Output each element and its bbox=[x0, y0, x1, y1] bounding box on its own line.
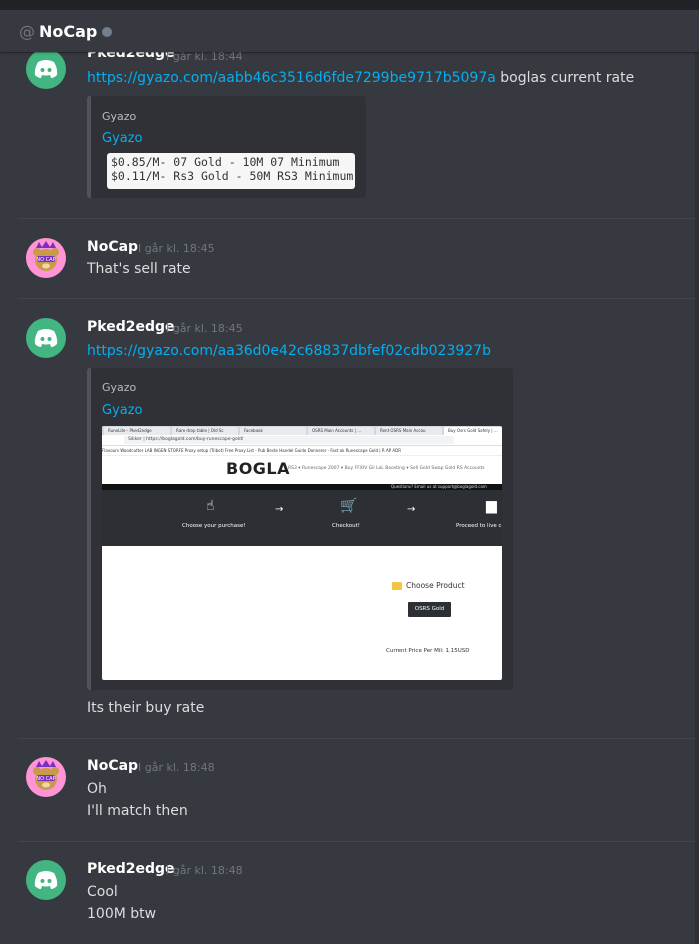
embed-rate-line: $0.85/M- 07 Gold - 10M 07 Minimum bbox=[111, 155, 340, 169]
site-step-label: Checkout! bbox=[332, 523, 360, 529]
browser-tab: Facebook bbox=[240, 427, 306, 435]
timestamp: I går kl. 18:48 bbox=[138, 761, 215, 774]
timestamp: I går kl. 18:48 bbox=[166, 864, 243, 877]
message-link[interactable]: https://gyazo.com/aa36d0e42c68837dbfef02… bbox=[87, 343, 491, 359]
message-list: Pked2edge I går kl. 18:44 https://gyazo.… bbox=[0, 0, 699, 944]
arrow-right-icon: → bbox=[407, 504, 416, 515]
username[interactable]: NoCap bbox=[87, 239, 138, 255]
embed-provider[interactable]: Gyazo bbox=[102, 381, 136, 394]
message-link[interactable]: https://gyazo.com/aabb46c3516d6fde7299be… bbox=[87, 70, 496, 86]
cart-icon: 🛒 bbox=[340, 498, 358, 514]
message-divider bbox=[18, 218, 699, 219]
browser-url: Sikker | https://boglagold.com/buy-runes… bbox=[124, 436, 454, 444]
message-text: That's sell rate bbox=[87, 261, 191, 277]
bear-avatar-icon: NO CAP bbox=[33, 760, 59, 790]
site-steps: ☝ Choose your purchase! → 🛒 Checkout! → … bbox=[102, 490, 502, 546]
chat-icon: ▆ bbox=[486, 498, 497, 514]
message-divider bbox=[18, 841, 699, 842]
avatar[interactable]: NO CAP bbox=[26, 757, 66, 797]
message-text: 100M btw bbox=[87, 906, 157, 922]
channel-name[interactable]: NoCap bbox=[39, 22, 97, 41]
browser-tab: Rent OSRS Main Accou bbox=[376, 427, 442, 435]
message-text: Cool bbox=[87, 884, 118, 900]
window-top-bar bbox=[0, 0, 699, 10]
discord-logo-icon bbox=[34, 871, 58, 889]
timestamp: I går kl. 18:45 bbox=[166, 322, 243, 335]
avatar[interactable]: NO CAP bbox=[26, 238, 66, 278]
gold-icon bbox=[392, 582, 402, 590]
site-step-label: Choose your purchase! bbox=[182, 523, 246, 529]
username[interactable]: Pked2edge bbox=[87, 861, 175, 877]
browser-bookmarks: Flavours Woodcutter LAB INGEN STORFE Pro… bbox=[102, 446, 502, 456]
avatar[interactable] bbox=[26, 49, 66, 89]
at-icon: @ bbox=[19, 21, 35, 41]
message-divider bbox=[18, 738, 699, 739]
browser-tab: RuneLite - Pked2edge bbox=[104, 427, 170, 435]
embed-rate-line: $0.11/M- Rs3 Gold - 50M RS3 Minimum bbox=[111, 169, 354, 183]
avatar[interactable] bbox=[26, 318, 66, 358]
browser-tab-strip: RuneLite - Pked2edge Rare drop table | O… bbox=[102, 426, 502, 435]
svg-text:NO CAP: NO CAP bbox=[36, 776, 55, 782]
embed-provider[interactable]: Gyazo bbox=[102, 110, 136, 123]
scrollbar[interactable] bbox=[695, 52, 699, 944]
username[interactable]: Pked2edge bbox=[87, 319, 175, 335]
link-embed: Gyazo Gyazo $0.85/M- 07 Gold - 10M 07 Mi… bbox=[87, 96, 366, 198]
avatar[interactable] bbox=[26, 860, 66, 900]
site-nav: RS3 ▾ Runescape 2007 ▾ Buy FFXIV Gil LoL… bbox=[288, 466, 485, 471]
site-logo: BOGLA bbox=[226, 459, 291, 478]
link-embed: Gyazo Gyazo RuneLite - Pked2edge Rare dr… bbox=[87, 368, 513, 690]
message-text: Its their buy rate bbox=[87, 700, 205, 716]
channel-header: @ NoCap bbox=[0, 10, 699, 52]
username[interactable]: NoCap bbox=[87, 758, 138, 774]
site-step-label: Proceed to live c bbox=[456, 523, 502, 529]
discord-logo-icon bbox=[34, 60, 58, 78]
message-text: https://gyazo.com/aa36d0e42c68837dbfef02… bbox=[87, 343, 491, 359]
browser-url-bar: Sikker | https://boglagold.com/buy-runes… bbox=[102, 435, 502, 446]
embed-title[interactable]: Gyazo bbox=[102, 403, 143, 418]
message-text: I'll match then bbox=[87, 803, 188, 819]
browser-tab-active: Buy Osrs Gold Safely | ... bbox=[444, 427, 502, 435]
message-divider bbox=[18, 298, 699, 299]
embed-title[interactable]: Gyazo bbox=[102, 131, 143, 146]
osrs-gold-button: OSRS Gold bbox=[408, 602, 451, 617]
message-text-after-link: boglas current rate bbox=[500, 70, 635, 86]
pointer-hand-icon: ☝ bbox=[206, 498, 215, 514]
choose-product-label: Choose Product bbox=[406, 581, 465, 590]
price-per-mil: Current Price Per Mil: 1.15USD bbox=[386, 648, 470, 654]
embed-rate-text: $0.85/M- 07 Gold - 10M 07 Minimum $0.11/… bbox=[107, 153, 355, 189]
message-text: https://gyazo.com/aabb46c3516d6fde7299be… bbox=[87, 70, 634, 86]
message-text: Oh bbox=[87, 781, 107, 797]
discord-logo-icon bbox=[34, 329, 58, 347]
arrow-right-icon: → bbox=[275, 504, 284, 515]
browser-tab: Rare drop table | Old Sc bbox=[172, 427, 238, 435]
status-offline-icon bbox=[102, 26, 113, 37]
embed-image[interactable]: RuneLite - Pked2edge Rare drop table | O… bbox=[102, 426, 502, 680]
bear-avatar-icon: NO CAP bbox=[33, 241, 59, 271]
timestamp: I går kl. 18:45 bbox=[138, 242, 215, 255]
browser-tab: OSRS Main Accounts | ... bbox=[308, 427, 374, 435]
svg-text:NO CAP: NO CAP bbox=[36, 257, 55, 263]
